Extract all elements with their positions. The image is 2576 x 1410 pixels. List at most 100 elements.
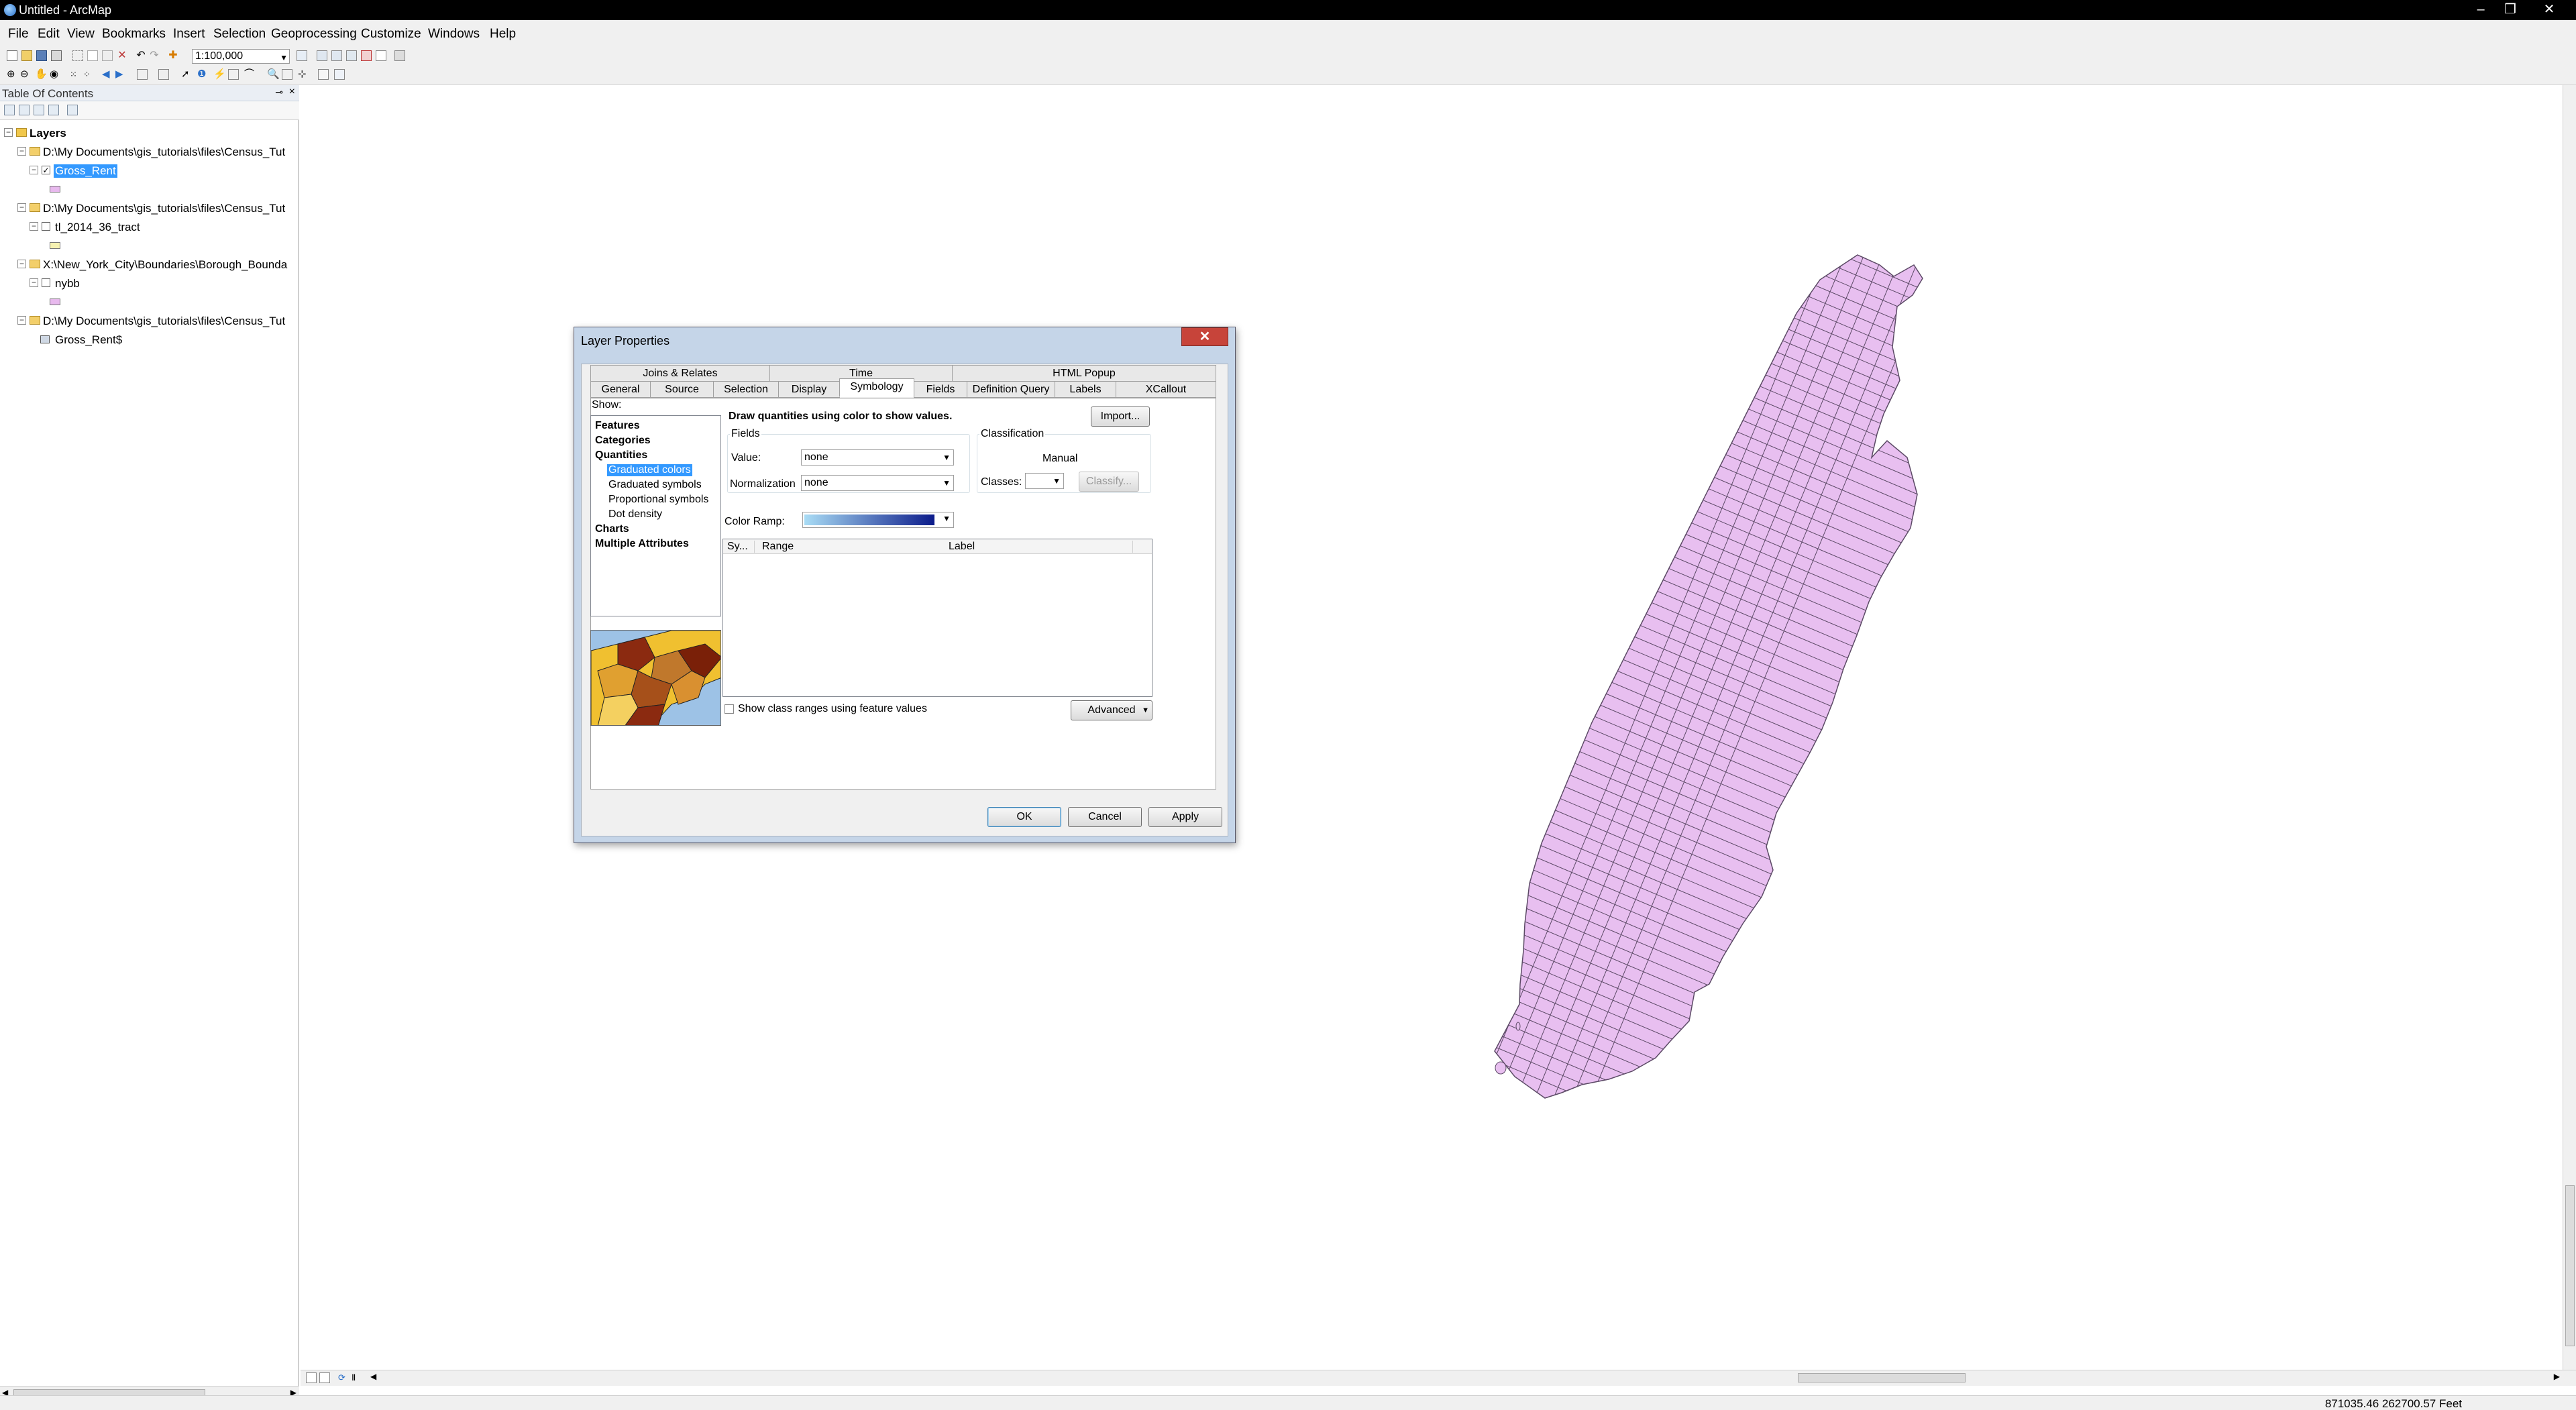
find-icon[interactable]: 🔍 (267, 69, 280, 80)
collapse-icon[interactable]: − (4, 128, 13, 137)
find-route-icon[interactable] (282, 69, 292, 80)
data-view-icon[interactable] (306, 1372, 317, 1383)
pan-icon[interactable]: ✋ (35, 69, 48, 80)
map-vertical-scrollbar[interactable] (2563, 85, 2576, 1370)
collapse-icon[interactable]: − (30, 278, 38, 287)
layer-visibility-checkbox[interactable]: ✓ (42, 166, 50, 174)
manhattan-census-tracts[interactable] (1365, 199, 2058, 1154)
import-button[interactable]: Import... (1091, 406, 1150, 427)
layout-view-icon[interactable] (319, 1372, 330, 1383)
delete-icon[interactable]: ✕ (117, 50, 127, 61)
list-by-selection-icon[interactable] (48, 105, 59, 115)
scroll-thumb[interactable] (1798, 1373, 1966, 1382)
map-scale-combo[interactable]: 1:100,000 ▼ (192, 49, 290, 64)
redo-icon[interactable]: ↷ (149, 50, 160, 61)
hyperlink-icon[interactable]: ⚡ (213, 69, 226, 80)
full-extent-icon[interactable]: ◉ (50, 69, 60, 80)
scroll-right-icon[interactable]: ▶ (2554, 1372, 2560, 1381)
zoom-out-icon[interactable]: ⊖ (20, 69, 31, 80)
measure-icon[interactable]: ⌒ (244, 69, 255, 80)
tab-source[interactable]: Source (650, 381, 714, 398)
pause-drawing-icon[interactable]: Ⅱ (352, 1372, 362, 1383)
color-ramp-dropdown[interactable]: ▼ (802, 512, 954, 528)
menu-file[interactable]: File (8, 27, 29, 42)
normalization-field-dropdown[interactable]: none ▼ (801, 475, 954, 491)
renderer-multiple-attributes[interactable]: Multiple Attributes (595, 538, 689, 550)
dialog-close-button[interactable]: ✕ (1181, 327, 1228, 346)
renderer-graduated-symbols[interactable]: Graduated symbols (608, 479, 702, 491)
value-field-dropdown[interactable]: none ▼ (801, 449, 954, 466)
collapse-icon[interactable]: − (30, 222, 38, 231)
toc-table-label[interactable]: Gross_Rent$ (55, 333, 122, 347)
add-data-icon[interactable]: ✚ (168, 50, 178, 61)
html-popup-icon[interactable] (228, 69, 239, 80)
menu-customize[interactable]: Customize (361, 27, 421, 42)
collapse-icon[interactable]: − (17, 316, 26, 325)
tab-symbology[interactable]: Symbology (839, 378, 914, 397)
editor-toolbar-icon[interactable] (297, 50, 307, 61)
create-viewer-icon[interactable] (334, 69, 345, 80)
close-window-button[interactable]: ✕ (2536, 1, 2563, 17)
cancel-button[interactable]: Cancel (1068, 807, 1142, 827)
paste-icon[interactable] (102, 50, 113, 61)
tab-selection[interactable]: Selection (713, 381, 779, 398)
list-by-visibility-icon[interactable] (34, 105, 44, 115)
toc-options-icon[interactable] (67, 105, 78, 115)
apply-button[interactable]: Apply (1148, 807, 1222, 827)
renderer-features[interactable]: Features (595, 420, 640, 432)
layer-symbol-swatch[interactable] (50, 242, 60, 249)
classify-button[interactable]: Classify... (1079, 472, 1139, 492)
print-icon[interactable] (51, 50, 62, 61)
time-slider-icon[interactable] (318, 69, 329, 80)
python-window-icon[interactable] (376, 50, 386, 61)
list-by-source-icon[interactable] (19, 105, 30, 115)
tab-html-popup[interactable]: HTML Popup (952, 365, 1216, 382)
zoom-in-icon[interactable]: ⊕ (7, 69, 17, 80)
menu-bookmarks[interactable]: Bookmarks (102, 27, 166, 42)
go-to-xy-icon[interactable]: ⊹ (298, 69, 309, 80)
select-elements-icon[interactable]: ➚ (181, 69, 192, 80)
table-of-contents-icon[interactable] (317, 50, 327, 61)
island-polygon[interactable] (1515, 1022, 1521, 1031)
class-breaks-table[interactable]: Sy... Range Label (722, 539, 1152, 697)
identify-icon[interactable]: ❶ (197, 69, 208, 80)
column-symbol[interactable]: Sy... (727, 541, 748, 553)
column-label[interactable]: Label (949, 541, 975, 553)
model-builder-icon[interactable] (394, 50, 405, 61)
close-icon[interactable]: × (289, 86, 295, 98)
menu-windows[interactable]: Windows (428, 27, 480, 42)
tab-fields[interactable]: Fields (914, 381, 967, 398)
open-folder-icon[interactable] (21, 50, 32, 61)
renderer-graduated-colors[interactable]: Graduated colors (607, 464, 692, 476)
menu-geoprocessing[interactable]: Geoprocessing (271, 27, 357, 42)
menu-help[interactable]: Help (490, 27, 516, 42)
collapse-icon[interactable]: − (17, 203, 26, 212)
refresh-icon[interactable]: ⟳ (338, 1372, 349, 1383)
column-range[interactable]: Range (762, 541, 794, 553)
copy-icon[interactable] (87, 50, 98, 61)
list-by-drawing-order-icon[interactable] (4, 105, 15, 115)
layer-symbol-swatch[interactable] (50, 186, 60, 193)
pin-icon[interactable]: ⊸ (275, 87, 283, 98)
menu-edit[interactable]: Edit (38, 27, 60, 42)
ok-button[interactable]: OK (987, 807, 1061, 827)
fixed-zoom-in-icon[interactable]: ⁙ (70, 69, 80, 80)
renderer-categories[interactable]: Categories (595, 435, 651, 447)
save-icon[interactable] (36, 50, 47, 61)
back-extent-icon[interactable]: ◀ (102, 69, 113, 80)
renderer-quantities[interactable]: Quantities (595, 449, 647, 462)
renderer-proportional-symbols[interactable]: Proportional symbols (608, 494, 708, 506)
collapse-icon[interactable]: − (17, 260, 26, 268)
renderer-charts[interactable]: Charts (595, 523, 629, 535)
scroll-thumb[interactable] (2565, 1185, 2575, 1346)
undo-icon[interactable]: ↶ (136, 50, 146, 61)
layer-symbol-swatch[interactable] (50, 299, 60, 305)
renderer-dot-density[interactable]: Dot density (608, 508, 662, 521)
map-horizontal-scrollbar[interactable]: ⟳ Ⅱ ◀ ▶ (301, 1370, 2576, 1386)
tab-joins-relates[interactable]: Joins & Relates (590, 365, 770, 382)
fixed-zoom-out-icon[interactable]: ⁘ (83, 69, 94, 80)
new-document-icon[interactable] (7, 50, 17, 61)
search-window-icon[interactable] (346, 50, 357, 61)
tab-general[interactable]: General (590, 381, 651, 398)
restore-button[interactable]: ❐ (2497, 1, 2524, 17)
